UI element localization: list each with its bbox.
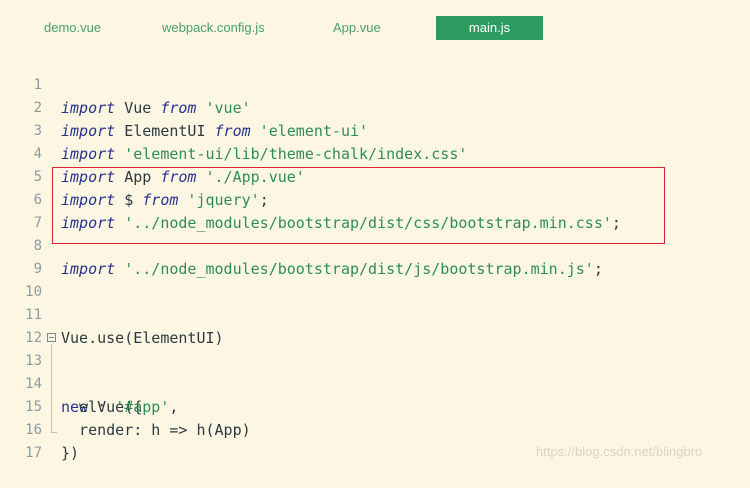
tab-demo-vue[interactable]: demo.vue (44, 16, 101, 40)
code-line: 10 (0, 258, 750, 300)
fold-guide (51, 344, 52, 432)
fold-toggle-icon[interactable] (47, 333, 56, 342)
tab-main-js[interactable]: main.js (436, 16, 543, 40)
code-line: 1 import Vue from 'vue' (0, 51, 750, 117)
code-line: 14 el: '#app', (0, 350, 750, 416)
code-line: 13 new Vue({ (0, 327, 750, 416)
code-line: 4 import App from './App.vue' (0, 120, 750, 186)
code-line: 5 import $ from 'jquery'; (0, 143, 750, 209)
code-line: 12 (0, 304, 750, 346)
code-line: 11 Vue.use(ElementUI) (0, 281, 750, 347)
code-line: 2 import ElementUI from 'element-ui' (0, 74, 750, 140)
code-line: 15 render: h => h(App) (0, 373, 750, 439)
identifier: }) (61, 444, 80, 462)
code-editor[interactable]: 1 import Vue from 'vue' 2 import Element… (0, 51, 750, 471)
watermark: https://blog.csdn.net/blingbro (536, 444, 703, 459)
code-line: 17 (0, 419, 750, 461)
tab-bar: demo.vue webpack.config.js App.vue main.… (0, 0, 750, 44)
code-line: 16 }) (0, 396, 750, 462)
tab-app-vue[interactable]: App.vue (333, 16, 381, 40)
highlight-annotation-box (52, 167, 665, 244)
line-number: 17 (25, 445, 42, 461)
tab-webpack-config[interactable]: webpack.config.js (162, 16, 265, 40)
fold-guide-end (51, 432, 57, 433)
code-line: 3 import 'element-ui/lib/theme-chalk/ind… (0, 97, 750, 163)
